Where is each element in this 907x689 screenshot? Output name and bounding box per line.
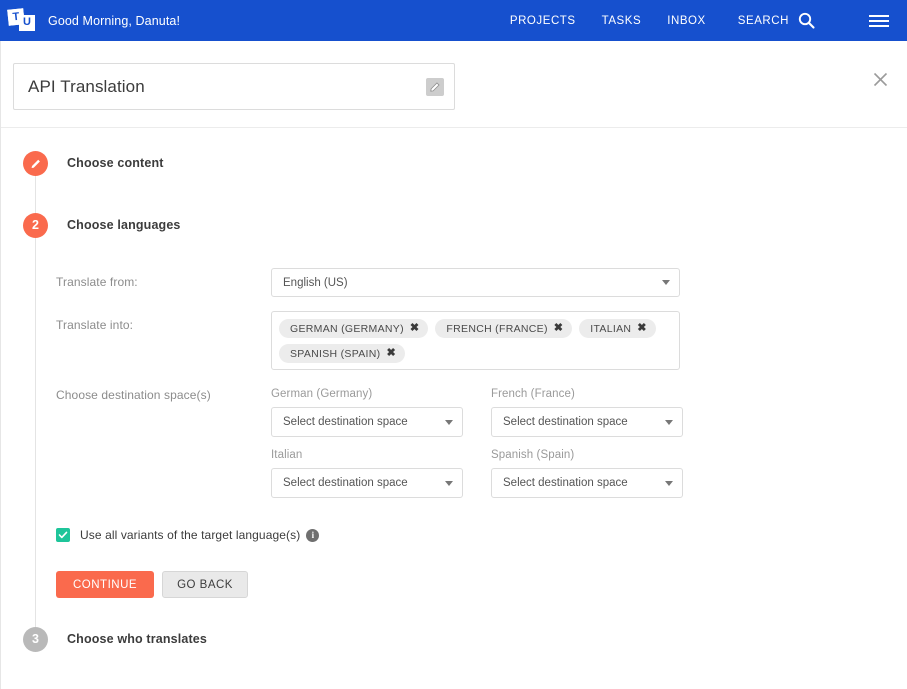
- destination-language-label: German (Germany): [271, 388, 373, 400]
- chevron-down-icon: [665, 419, 673, 425]
- pencil-edit-icon[interactable]: [426, 77, 444, 96]
- step-2-indicator: 2: [23, 212, 48, 238]
- translate-from-label: Translate from:: [56, 275, 138, 289]
- remove-tag-icon[interactable]: ✖: [386, 348, 396, 359]
- destination-spaces-grid: German (Germany) Select destination spac…: [271, 388, 907, 510]
- destination-spaces-label: Choose destination space(s): [56, 388, 211, 402]
- language-tag[interactable]: SPANISH (SPAIN) ✖: [279, 344, 405, 363]
- nav-item-inbox[interactable]: INBOX: [667, 15, 706, 27]
- search-label: SEARCH: [737, 14, 789, 27]
- step-3-indicator: 3: [23, 626, 48, 652]
- project-title-row: API Translation: [1, 41, 907, 128]
- destination-space-select[interactable]: Select destination space: [491, 407, 683, 437]
- language-tag[interactable]: GERMAN (GERMANY) ✖: [279, 319, 429, 338]
- language-tag-label: ITALIAN: [590, 322, 632, 335]
- step-2-label: Choose languages: [67, 218, 181, 232]
- step-1-choose-content[interactable]: Choose content: [1, 150, 907, 176]
- destination-space-select[interactable]: Select destination space: [491, 468, 683, 498]
- stepper-connector-line: [35, 168, 36, 652]
- step-2-choose-languages[interactable]: 2 Choose languages: [1, 212, 907, 238]
- top-navigation-bar: T U Good Morning, Danuta! PROJECTS TASKS…: [0, 0, 907, 41]
- step-3-choose-who-translates[interactable]: 3 Choose who translates: [1, 626, 907, 652]
- destination-space-select[interactable]: Select destination space: [271, 407, 463, 437]
- use-all-variants-row: Use all variants of the target language(…: [56, 528, 907, 542]
- language-tag-label: SPANISH (SPAIN): [290, 347, 381, 360]
- pencil-edit-icon: [31, 159, 40, 168]
- destination-space-value: Select destination space: [283, 477, 408, 489]
- language-tag-label: FRENCH (FRANCE): [446, 322, 548, 335]
- destination-space-french: French (France) Select destination space: [491, 388, 707, 437]
- translate-into-tags-input[interactable]: GERMAN (GERMANY) ✖ FRENCH (FRANCE) ✖ ITA…: [271, 311, 680, 370]
- project-title-text: API Translation: [28, 76, 145, 96]
- chevron-down-icon: [445, 419, 453, 425]
- use-all-variants-checkbox[interactable]: [56, 528, 70, 542]
- nav-item-tasks[interactable]: TASKS: [602, 15, 642, 27]
- translate-into-row: Translate into: GERMAN (GERMANY) ✖ FRENC…: [56, 311, 907, 370]
- project-title-field[interactable]: API Translation: [13, 63, 455, 110]
- chevron-down-icon: [445, 480, 453, 486]
- step-1-indicator: [23, 150, 48, 176]
- remove-tag-icon[interactable]: ✖: [554, 323, 564, 334]
- destination-space-value: Select destination space: [503, 477, 628, 489]
- destination-space-value: Select destination space: [283, 416, 408, 428]
- wizard-stepper: Choose content 2 Choose languages Transl…: [1, 128, 907, 652]
- info-icon[interactable]: i: [306, 528, 320, 542]
- destination-space-value: Select destination space: [503, 416, 628, 428]
- go-back-button[interactable]: GO BACK: [162, 571, 248, 598]
- destination-space-italian: Italian Select destination space: [271, 449, 487, 498]
- use-all-variants-label: Use all variants of the target language(…: [80, 528, 301, 542]
- step-3-wrapper: 3 Choose who translates: [1, 626, 907, 652]
- chevron-down-icon: [665, 480, 673, 486]
- destination-space-select[interactable]: Select destination space: [271, 468, 463, 498]
- chevron-down-icon: [662, 280, 670, 285]
- remove-tag-icon[interactable]: ✖: [637, 323, 647, 334]
- language-tag[interactable]: FRENCH (FRANCE) ✖: [435, 319, 573, 338]
- step-1-label: Choose content: [67, 156, 164, 170]
- destination-language-label: Italian: [271, 449, 303, 461]
- step-3-label: Choose who translates: [67, 632, 207, 646]
- page-content: API Translation Choose content 2 Choose …: [0, 41, 907, 689]
- remove-tag-icon[interactable]: ✖: [410, 323, 420, 334]
- language-form: Translate from: English (US) Translate i…: [23, 238, 907, 598]
- translate-into-label: Translate into:: [56, 318, 134, 332]
- greeting-text: Good Morning, Danuta!: [48, 13, 181, 28]
- search-button[interactable]: SEARCH: [738, 12, 815, 29]
- hamburger-menu-icon[interactable]: [869, 12, 889, 30]
- destination-language-label: Spanish (Spain): [491, 449, 575, 461]
- translate-from-value: English (US): [283, 276, 348, 289]
- search-icon: [798, 12, 815, 29]
- main-nav: PROJECTS TASKS INBOX SEARCH: [510, 12, 889, 30]
- translate-from-select[interactable]: English (US): [271, 268, 680, 297]
- form-action-buttons: CONTINUE GO BACK: [56, 571, 907, 598]
- close-icon[interactable]: [868, 67, 892, 91]
- continue-button[interactable]: CONTINUE: [56, 571, 155, 598]
- logo-letter-u: U: [19, 14, 35, 31]
- checkmark-icon: [58, 531, 68, 539]
- step-2-body: Translate from: English (US) Translate i…: [1, 238, 907, 598]
- nav-item-projects[interactable]: PROJECTS: [510, 15, 576, 27]
- destination-space-spanish: Spanish (Spain) Select destination space: [491, 449, 707, 498]
- language-tag-label: GERMAN (GERMANY): [290, 322, 404, 335]
- destination-language-label: French (France): [491, 388, 575, 400]
- app-logo[interactable]: T U: [6, 6, 40, 36]
- translate-from-row: Translate from: English (US): [56, 268, 907, 297]
- destination-space-german: German (Germany) Select destination spac…: [271, 388, 487, 437]
- language-tag[interactable]: ITALIAN ✖: [579, 319, 656, 338]
- destination-spaces-row: Choose destination space(s) German (Germ…: [56, 388, 907, 510]
